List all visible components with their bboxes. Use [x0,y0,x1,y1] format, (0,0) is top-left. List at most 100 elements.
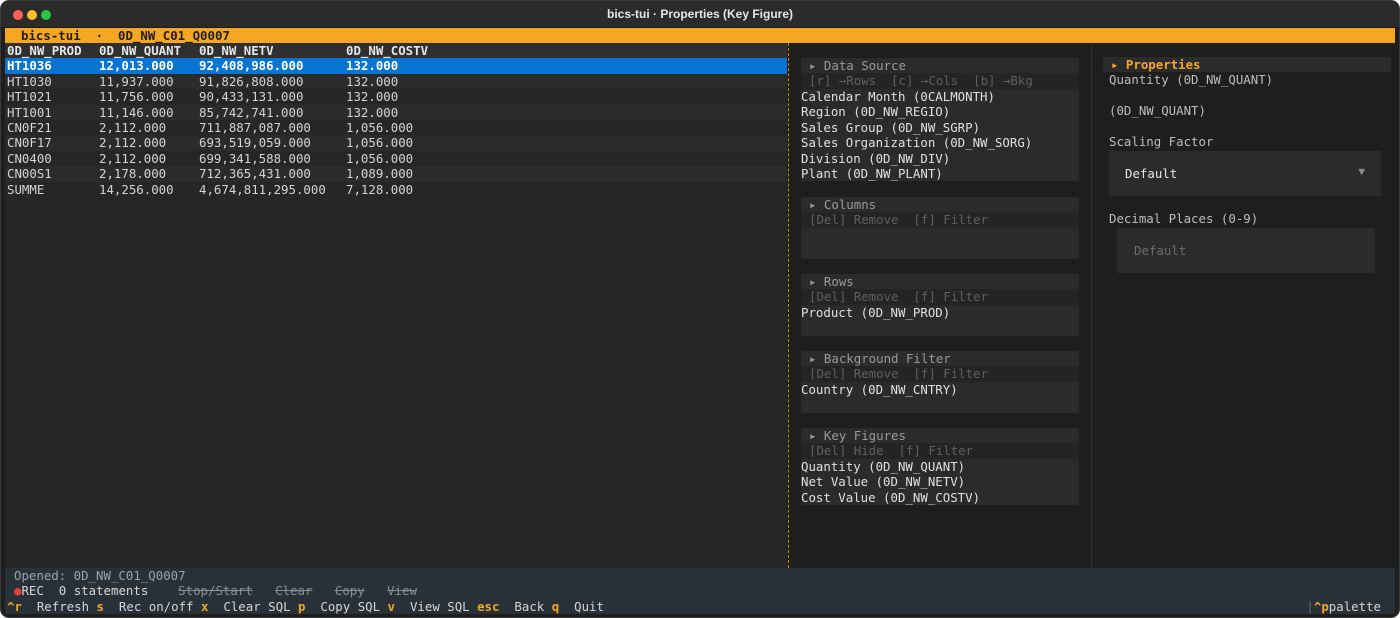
column-header[interactable]: 0D_NW_NETV [199,43,274,58]
table-cell: 14,256.000 [99,181,174,197]
table-cell: 2,112.000 [99,120,167,135]
column-header[interactable]: 0D_NW_COSTV [346,43,428,58]
view-action[interactable]: View [387,583,417,598]
shortcut-key: q [551,598,560,614]
shortcut-key: x [201,598,209,614]
clear-action[interactable]: Clear [275,583,312,598]
table-row[interactable]: HT1001 11,146.000 85,742,741.000 132.000 [5,104,787,120]
shortcut-key: v [387,598,396,614]
scaling-factor-value: Default [1125,166,1178,181]
list-item[interactable]: Plant (0D_NW_PLANT) [801,166,943,181]
rows-list[interactable]: Product (0D_NW_PROD) [801,305,1079,336]
shortcut-key: ^r [7,598,22,614]
table-cell: HT1030 [7,73,52,89]
table-cell: 1,056.000 [346,150,414,166]
table-cell: 12,013.000 [99,58,174,74]
panel-divider [1091,43,1092,568]
table-cell: HT1021 [7,89,52,105]
pane-divider[interactable] [788,43,789,568]
section-rows-hint: [Del] Remove [f] Filter [801,289,1079,305]
table-cell: 132.000 [346,58,399,74]
decimal-places-input[interactable]: Default [1117,228,1375,273]
table-row[interactable]: SUMME 14,256.000 4,674,811,295.000 7,128.00… [5,182,787,197]
table-cell: 2,112.000 [99,150,167,166]
palette-shortcut[interactable]: |^ppalette [1306,599,1381,614]
list-item[interactable]: Country (0D_NW_CNTRY) [801,382,958,397]
shortcut-item[interactable]: esc Back [477,599,552,614]
background-filter-list[interactable]: Country (0D_NW_CNTRY) [801,382,1079,413]
data-source-list[interactable]: Calendar Month (0CALMONTH) Region (0D_NW… [801,89,1079,181]
table-row[interactable]: CN0F21 2,112.000 711,887,087.000 1,056.000 [5,120,787,135]
list-item[interactable]: Region (0D_NW_REGIO) [801,104,950,119]
table-cell: CN0F17 [7,135,52,151]
section-key-figures-title[interactable]: ▸ Key Figures [801,428,1079,444]
app-header: bics-tui · 0D_NW_C01_Q0007 [5,28,1395,43]
shortcut-item[interactable]: v View SQL [388,599,478,614]
list-item[interactable]: Sales Group (0D_NW_SGRP) [801,120,980,135]
table-row[interactable]: HT1021 11,756.000 90,433,131.000 132.000 [5,89,787,104]
shortcut-label: Clear SQL [223,598,291,614]
table-cell: 2,112.000 [99,135,167,151]
list-item[interactable]: Division (0D_NW_DIV) [801,151,950,166]
statement-count: 0 statements [58,583,149,599]
section-key-figures-hint: [Del] Hide [f] Filter [801,443,1079,459]
shortcut-label: Back [514,598,545,614]
shortcut-item[interactable]: p Copy SQL [298,599,388,614]
shortcut-label: Quit [574,598,604,614]
section-background-filter-title[interactable]: ▸ Background Filter [801,351,1079,367]
list-item[interactable]: Net Value (0D_NW_NETV) [801,474,965,489]
chevron-down-icon: ▼ [1358,165,1365,178]
shortcut-key: s [96,598,104,614]
section-columns-hint: [Del] Remove [f] Filter [801,212,1079,228]
list-item[interactable]: Calendar Month (0CALMONTH) [801,89,995,104]
table-cell: 693,519,059.000 [199,135,311,151]
shortcut-key: p [298,598,306,614]
key-figures-list[interactable]: Quantity (0D_NW_QUANT) Net Value (0D_NW_… [801,459,1079,505]
table-cell: 132.000 [346,104,399,120]
grid-header-row: 0D_NW_PROD 0D_NW_QUANT 0D_NW_NETV 0D_NW_… [5,43,787,59]
section-data-source-title[interactable]: ▸ Data Source [801,58,1079,74]
shortcut-item[interactable]: q Quit [552,599,612,614]
table-row[interactable]: HT1030 11,937.000 91,826,808.000 132.000 [5,73,787,90]
shortcut-item[interactable]: x Clear SQL [201,599,298,614]
table-cell: 92,408,986.000 [199,58,304,74]
decimal-places-label: Decimal Places (0-9) [1109,211,1259,226]
table-cell: 4,674,811,295.000 [199,181,326,197]
property-name: Quantity (0D_NW_QUANT) [1109,72,1274,88]
list-item[interactable]: Quantity (0D_NW_QUANT) [801,459,965,474]
result-grid[interactable]: 0D_NW_PROD 0D_NW_QUANT 0D_NW_NETV 0D_NW_… [5,43,787,568]
table-cell: 11,756.000 [99,89,174,105]
section-columns-title[interactable]: ▸ Columns [801,197,1079,213]
table-cell: 2,178.000 [99,166,167,182]
stop-start-action[interactable]: Stop/Start [178,583,253,598]
header-separator: · [95,28,104,43]
list-item[interactable]: Sales Organization (0D_NW_SORG) [801,135,1032,150]
section-rows-title[interactable]: ▸ Rows [801,274,1079,290]
table-cell: 85,742,741.000 [199,104,304,120]
properties-panel: ▸ Properties Quantity (0D_NW_QUANT) (0D_… [1093,43,1397,568]
list-item[interactable]: Product (0D_NW_PROD) [801,305,950,320]
shortcut-label: Refresh [36,598,90,614]
scaling-factor-select[interactable]: Default ▼ [1109,151,1381,196]
properties-title: ▸ Properties [1103,57,1391,73]
copy-action[interactable]: Copy [335,583,365,598]
table-cell: CN0F21 [7,120,52,135]
columns-list[interactable] [801,228,1079,259]
table-row[interactable]: HT1036 12,013.000 92,408,986.000 132.000 [5,58,787,74]
layout-panel: ▸ Data Source [r] →Rows [c] →Cols [b] →B… [790,43,1091,568]
shortcut-item[interactable]: s Rec on/off [97,599,201,614]
table-cell: 1,089.000 [346,166,414,182]
decimal-places-placeholder: Default [1134,243,1187,258]
property-technical-name: (0D_NW_QUANT) [1109,103,1206,118]
table-row[interactable]: CN00S1 2,178.000 712,365,431.000 1,089.000 [5,166,787,182]
column-header[interactable]: 0D_NW_PROD [7,43,82,58]
opened-status: Opened: 0D_NW_C01_Q0007 [14,568,186,583]
shortcut-item[interactable]: ^r Refresh [7,599,97,614]
column-header[interactable]: 0D_NW_QUANT [99,43,181,58]
table-row[interactable]: CN0F17 2,112.000 693,519,059.000 1,056.000 [5,135,787,151]
table-row[interactable]: CN0400 2,112.000 699,341,588.000 1,056.000 [5,151,787,166]
table-cell: 11,146.000 [99,104,174,120]
list-item[interactable]: Cost Value (0D_NW_COSTV) [801,490,980,505]
palette-key: ^p [1313,598,1329,614]
scaling-factor-label: Scaling Factor [1109,134,1214,149]
